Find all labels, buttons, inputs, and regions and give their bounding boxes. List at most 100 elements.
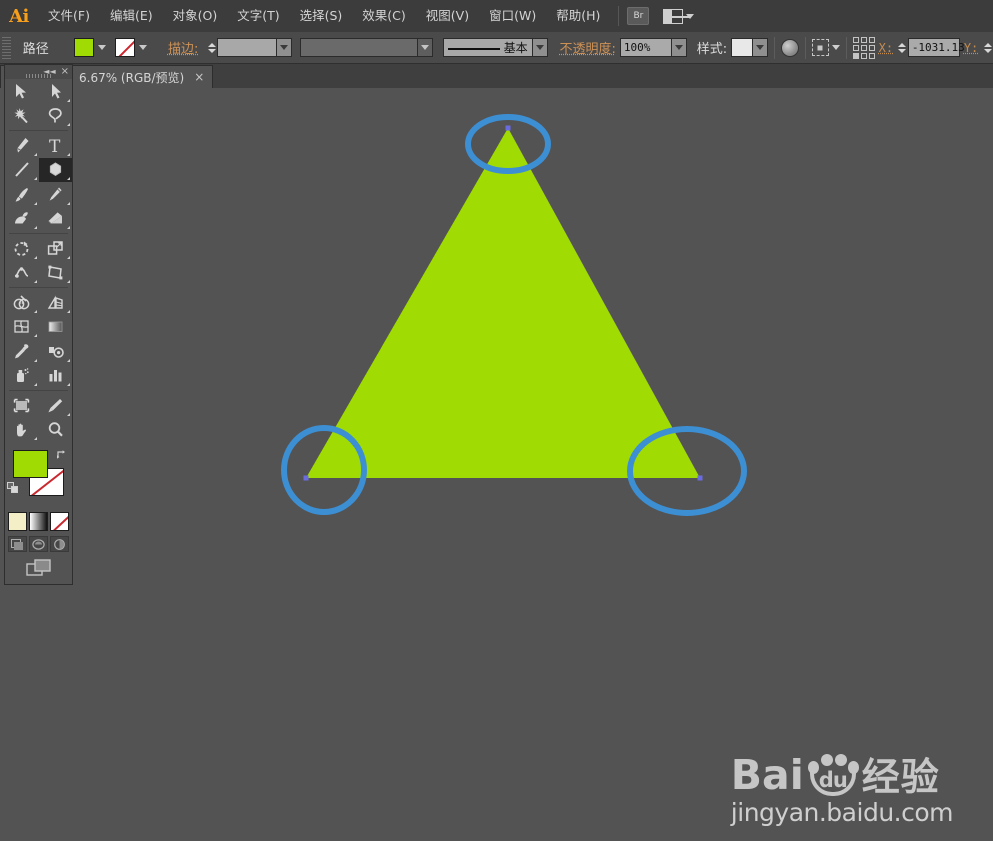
perspective-grid-tool[interactable] — [39, 290, 73, 315]
slice-tool[interactable] — [39, 393, 73, 418]
triangle-shape[interactable] — [306, 128, 700, 478]
artwork-svg — [281, 114, 747, 516]
brush-definition-label: 基本 — [503, 41, 528, 55]
x-coordinate-stepper[interactable] — [897, 38, 908, 57]
type-tool[interactable]: T — [39, 133, 73, 158]
menu-object[interactable]: 对象(O) — [163, 0, 228, 32]
gradient-tool[interactable] — [39, 315, 73, 340]
x-coordinate-input[interactable]: -1031.13 — [907, 38, 965, 57]
screen-mode-fullscreen-menu[interactable] — [29, 536, 48, 552]
y-coordinate-stepper[interactable] — [982, 38, 993, 57]
stroke-profile-combo[interactable] — [299, 38, 433, 57]
symbol-sprayer-tool[interactable] — [5, 364, 39, 389]
column-graph-tool[interactable] — [39, 364, 73, 389]
graphic-style-preview[interactable] — [731, 38, 754, 57]
transform-panel-button[interactable] — [811, 39, 840, 56]
screen-mode-normal[interactable] — [8, 536, 27, 552]
close-icon[interactable]: × — [194, 70, 204, 84]
default-fill-stroke-icon[interactable] — [7, 482, 19, 494]
menu-type[interactable]: 文字(T) — [227, 0, 289, 32]
direct-selection-tool[interactable] — [39, 79, 73, 104]
menu-view[interactable]: 视图(V) — [416, 0, 479, 32]
panel-close-icon[interactable]: × — [61, 67, 69, 77]
opacity-mask-icon[interactable] — [781, 38, 799, 57]
menu-help[interactable]: 帮助(H) — [546, 0, 610, 32]
selection-tool[interactable] — [5, 79, 39, 104]
align-reference-icon[interactable] — [852, 36, 875, 59]
width-tool[interactable] — [5, 261, 39, 286]
hand-tool[interactable] — [5, 418, 39, 443]
illustrator-window: Ai 文件(F) 编辑(E) 对象(O) 文字(T) 选择(S) 效果(C) 视… — [0, 0, 993, 841]
stroke-line-icon — [447, 47, 500, 50]
brush-definition-combo[interactable]: 基本 — [442, 38, 548, 57]
control-bar: 路径 描边: 基本 不透明度: 100% 样式: X: -1031.13 Y: — [0, 32, 993, 64]
blob-brush-tool[interactable] — [5, 207, 39, 232]
tools-grid: T — [5, 79, 72, 442]
graphic-style-combo[interactable] — [731, 38, 769, 57]
stroke-weight-dropdown-arrow[interactable] — [277, 38, 293, 57]
blend-tool[interactable] — [39, 339, 73, 364]
anchor-point-right[interactable] — [697, 475, 703, 481]
fill-color-swatch[interactable] — [74, 38, 95, 57]
selection-type-label: 路径 — [22, 42, 49, 57]
bridge-icon[interactable]: Br — [627, 7, 650, 25]
swap-fill-stroke-icon[interactable] — [56, 448, 68, 460]
control-divider-1 — [774, 36, 776, 59]
fill-dropdown-arrow[interactable] — [95, 38, 110, 57]
anchor-point-top[interactable] — [505, 125, 511, 131]
menu-select[interactable]: 选择(S) — [290, 0, 353, 32]
anchor-point-left[interactable] — [303, 475, 309, 481]
ellipse-tool[interactable] — [38, 157, 72, 182]
fill-color-control[interactable] — [74, 38, 110, 57]
free-transform-tool[interactable] — [39, 261, 73, 286]
opacity-input[interactable]: 100% — [619, 38, 672, 57]
lasso-tool[interactable] — [39, 104, 73, 129]
scale-tool[interactable] — [39, 236, 73, 261]
zoom-tool[interactable] — [39, 418, 73, 443]
color-mode-gradient[interactable] — [29, 512, 48, 531]
control-bar-grip[interactable] — [2, 36, 11, 59]
brush-definition-dropdown-arrow[interactable] — [532, 38, 548, 57]
menu-file[interactable]: 文件(F) — [38, 0, 100, 32]
opacity-label[interactable]: 不透明度: — [555, 38, 619, 57]
change-screen-mode-icon[interactable] — [5, 558, 72, 578]
opacity-combo[interactable]: 100% — [619, 38, 687, 57]
menu-effect[interactable]: 效果(C) — [352, 0, 415, 32]
fill-swatch-large[interactable] — [13, 450, 48, 478]
style-label: 样式: — [696, 42, 728, 57]
graphic-style-dropdown-arrow[interactable] — [753, 38, 769, 57]
stroke-color-control[interactable] — [115, 38, 151, 57]
menu-window[interactable]: 窗口(W) — [479, 0, 546, 32]
tools-panel-header[interactable]: ◄◄ × — [5, 65, 72, 79]
artboard-tool[interactable] — [5, 393, 39, 418]
shape-builder-tool[interactable] — [5, 290, 39, 315]
pen-tool[interactable] — [5, 133, 39, 158]
stroke-weight-combo[interactable] — [217, 38, 293, 57]
color-mode-none[interactable] — [50, 512, 69, 531]
stroke-color-swatch-none[interactable] — [115, 38, 136, 57]
opacity-dropdown-arrow[interactable] — [671, 38, 687, 57]
menu-edit[interactable]: 编辑(E) — [100, 0, 163, 32]
color-mode-flat[interactable] — [8, 512, 27, 531]
arrange-documents-button[interactable] — [663, 8, 695, 24]
stroke-profile-dropdown-arrow[interactable] — [417, 38, 433, 57]
stroke-weight-input[interactable] — [217, 38, 278, 57]
stroke-weight-label: 描边: — [167, 42, 199, 57]
line-segment-tool[interactable] — [5, 158, 39, 183]
stroke-profile-input[interactable] — [299, 38, 418, 57]
eraser-tool[interactable] — [39, 207, 73, 232]
paintbrush-tool[interactable] — [5, 182, 39, 207]
stroke-weight-stepper[interactable] — [206, 38, 217, 57]
artboard-canvas[interactable]: Bai du 经验 jingyan.baidu.com — [77, 88, 993, 841]
eyedropper-tool[interactable] — [5, 339, 39, 364]
x-coordinate-label: X: — [878, 40, 894, 55]
stroke-dropdown-arrow[interactable] — [136, 38, 151, 57]
pencil-tool[interactable] — [39, 182, 73, 207]
app-logo: Ai — [9, 5, 29, 27]
color-mode-row — [5, 512, 72, 531]
screen-mode-fullscreen[interactable] — [50, 536, 69, 552]
rotate-tool[interactable] — [5, 236, 39, 261]
mesh-tool[interactable] — [5, 315, 39, 340]
brush-definition-preview[interactable]: 基本 — [442, 38, 533, 57]
magic-wand-tool[interactable] — [5, 104, 39, 129]
